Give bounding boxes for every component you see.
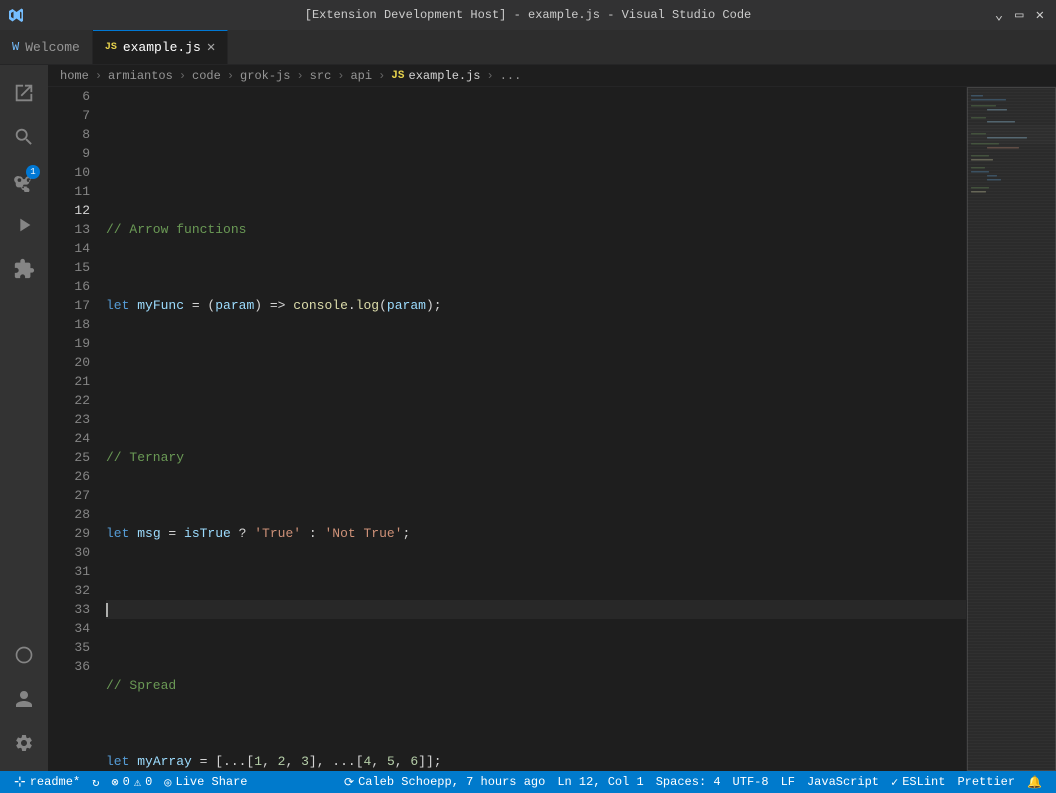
breadcrumb-src[interactable]: src bbox=[310, 69, 332, 83]
main-layout: 1 home › armiantos › code bbox=[0, 65, 1056, 771]
welcome-tab-icon: W bbox=[12, 40, 19, 54]
code-editor[interactable]: 6 7 8 9 10 11 12 13 14 15 16 17 18 19 20… bbox=[48, 87, 1056, 771]
status-bar: ⊹ readme* ↻ ⊗ 0 ⚠ 0 ◎ Live Share ⟳ Caleb… bbox=[0, 771, 1056, 793]
encoding-item[interactable]: UTF-8 bbox=[727, 771, 775, 793]
spaces-label: Spaces: 4 bbox=[656, 775, 721, 789]
code-line-9 bbox=[106, 372, 966, 391]
code-content: 6 7 8 9 10 11 12 13 14 15 16 17 18 19 20… bbox=[48, 87, 966, 771]
git-icon: ⟳ bbox=[344, 775, 354, 790]
account-icon[interactable] bbox=[4, 679, 44, 719]
breadcrumb-armiantos[interactable]: armiantos bbox=[108, 69, 173, 83]
tab-example-js[interactable]: JS example.js ✕ bbox=[93, 30, 228, 64]
cursor-position-label: Ln 12, Col 1 bbox=[557, 775, 643, 789]
remote-status-label: readme* bbox=[30, 775, 80, 789]
bell-icon: 🔔 bbox=[1027, 775, 1042, 790]
tab-bar: W Welcome JS example.js ✕ bbox=[0, 30, 1056, 65]
errors-count: 0 bbox=[123, 775, 130, 789]
example-tab-close[interactable]: ✕ bbox=[207, 39, 215, 56]
sidebar-item-extensions[interactable] bbox=[4, 249, 44, 289]
eslint-check-icon: ✓ bbox=[891, 775, 898, 790]
vscode-logo-icon bbox=[8, 7, 24, 23]
sidebar-item-source-control[interactable]: 1 bbox=[4, 161, 44, 201]
tab-welcome[interactable]: W Welcome bbox=[0, 30, 93, 64]
window-title: [Extension Development Host] - example.j… bbox=[305, 8, 751, 22]
warnings-icon: ⚠ bbox=[134, 775, 141, 790]
eol-item[interactable]: LF bbox=[775, 771, 801, 793]
code-line-14: let myArray = [...[ 1 , 2 , 3 ], ...[ 4 … bbox=[106, 752, 966, 771]
errors-status-item[interactable]: ⊗ 0 ⚠ 0 bbox=[105, 771, 158, 793]
window-controls[interactable]: ⌄ ▭ ✕ bbox=[991, 5, 1048, 26]
line-numbers: 6 7 8 9 10 11 12 13 14 15 16 17 18 19 20… bbox=[48, 87, 98, 771]
activity-bar-bottom bbox=[4, 635, 44, 771]
language-mode-item[interactable]: JavaScript bbox=[801, 771, 885, 793]
remote-icon[interactable] bbox=[4, 635, 44, 675]
activity-bar: 1 bbox=[0, 65, 48, 771]
prettier-item[interactable]: Prettier bbox=[951, 771, 1021, 793]
warnings-count: 0 bbox=[145, 775, 152, 789]
remote-status-icon: ⊹ bbox=[14, 774, 26, 791]
sync-icon: ↻ bbox=[92, 775, 99, 790]
example-tab-icon: JS bbox=[105, 42, 117, 53]
close-icon[interactable]: ✕ bbox=[1032, 5, 1048, 26]
example-tab-label: example.js bbox=[123, 40, 201, 55]
title-bar: [Extension Development Host] - example.j… bbox=[0, 0, 1056, 30]
eslint-item[interactable]: ✓ ESLint bbox=[885, 771, 951, 793]
spaces-item[interactable]: Spaces: 4 bbox=[650, 771, 727, 793]
breadcrumb-ellipsis[interactable]: ... bbox=[500, 69, 522, 83]
restore-icon[interactable]: ▭ bbox=[1011, 5, 1027, 26]
eslint-label: ESLint bbox=[902, 775, 945, 789]
minimap-viewport bbox=[967, 87, 1056, 771]
breadcrumb-file[interactable]: example.js bbox=[409, 69, 481, 83]
title-bar-left-icons bbox=[8, 7, 24, 23]
breadcrumb-home[interactable]: home bbox=[60, 69, 89, 83]
code-line-10: // Ternary bbox=[106, 448, 966, 467]
prettier-label: Prettier bbox=[957, 775, 1015, 789]
minimize-icon[interactable]: ⌄ bbox=[991, 5, 1007, 26]
language-mode-label: JavaScript bbox=[807, 775, 879, 789]
remote-status-item[interactable]: ⊹ readme* bbox=[8, 771, 86, 793]
editor-area: home › armiantos › code › grok-js › src … bbox=[48, 65, 1056, 771]
live-share-item[interactable]: ◎ Live Share bbox=[158, 771, 253, 793]
sidebar-item-run-debug[interactable] bbox=[4, 205, 44, 245]
sidebar-item-explorer[interactable] bbox=[4, 73, 44, 113]
code-line-6 bbox=[106, 144, 966, 163]
code-line-13: // Spread bbox=[106, 676, 966, 695]
cursor-position-item[interactable]: Ln 12, Col 1 bbox=[551, 771, 649, 793]
breadcrumb-api[interactable]: api bbox=[350, 69, 372, 83]
code-line-8: let myFunc = ( param ) => console . log … bbox=[106, 296, 966, 315]
errors-icon: ⊗ bbox=[111, 775, 118, 790]
breadcrumb-code[interactable]: code bbox=[192, 69, 221, 83]
live-share-icon: ◎ bbox=[164, 775, 171, 790]
welcome-tab-label: Welcome bbox=[25, 40, 80, 55]
code-line-7: // Arrow functions bbox=[106, 220, 966, 239]
code-line-12 bbox=[106, 600, 966, 619]
sync-status-item[interactable]: ↻ bbox=[86, 771, 105, 793]
sidebar-item-search[interactable] bbox=[4, 117, 44, 157]
git-author-item[interactable]: ⟳ Caleb Schoepp, 7 hours ago bbox=[338, 771, 551, 793]
minimap bbox=[966, 87, 1056, 771]
code-line-11: let msg = isTrue ? 'True' : 'Not True' ; bbox=[106, 524, 966, 543]
settings-icon[interactable] bbox=[4, 723, 44, 763]
text-cursor bbox=[106, 603, 108, 617]
encoding-label: UTF-8 bbox=[733, 775, 769, 789]
notifications-item[interactable]: 🔔 bbox=[1021, 771, 1048, 793]
git-author-label: Caleb Schoepp, 7 hours ago bbox=[358, 775, 545, 789]
live-share-label: Live Share bbox=[176, 775, 248, 789]
eol-label: LF bbox=[781, 775, 795, 789]
breadcrumb: home › armiantos › code › grok-js › src … bbox=[48, 65, 1056, 87]
source-control-badge: 1 bbox=[26, 165, 40, 179]
code-lines[interactable]: // Arrow functions let myFunc = ( param … bbox=[98, 87, 966, 771]
breadcrumb-grok-js[interactable]: grok-js bbox=[240, 69, 290, 83]
